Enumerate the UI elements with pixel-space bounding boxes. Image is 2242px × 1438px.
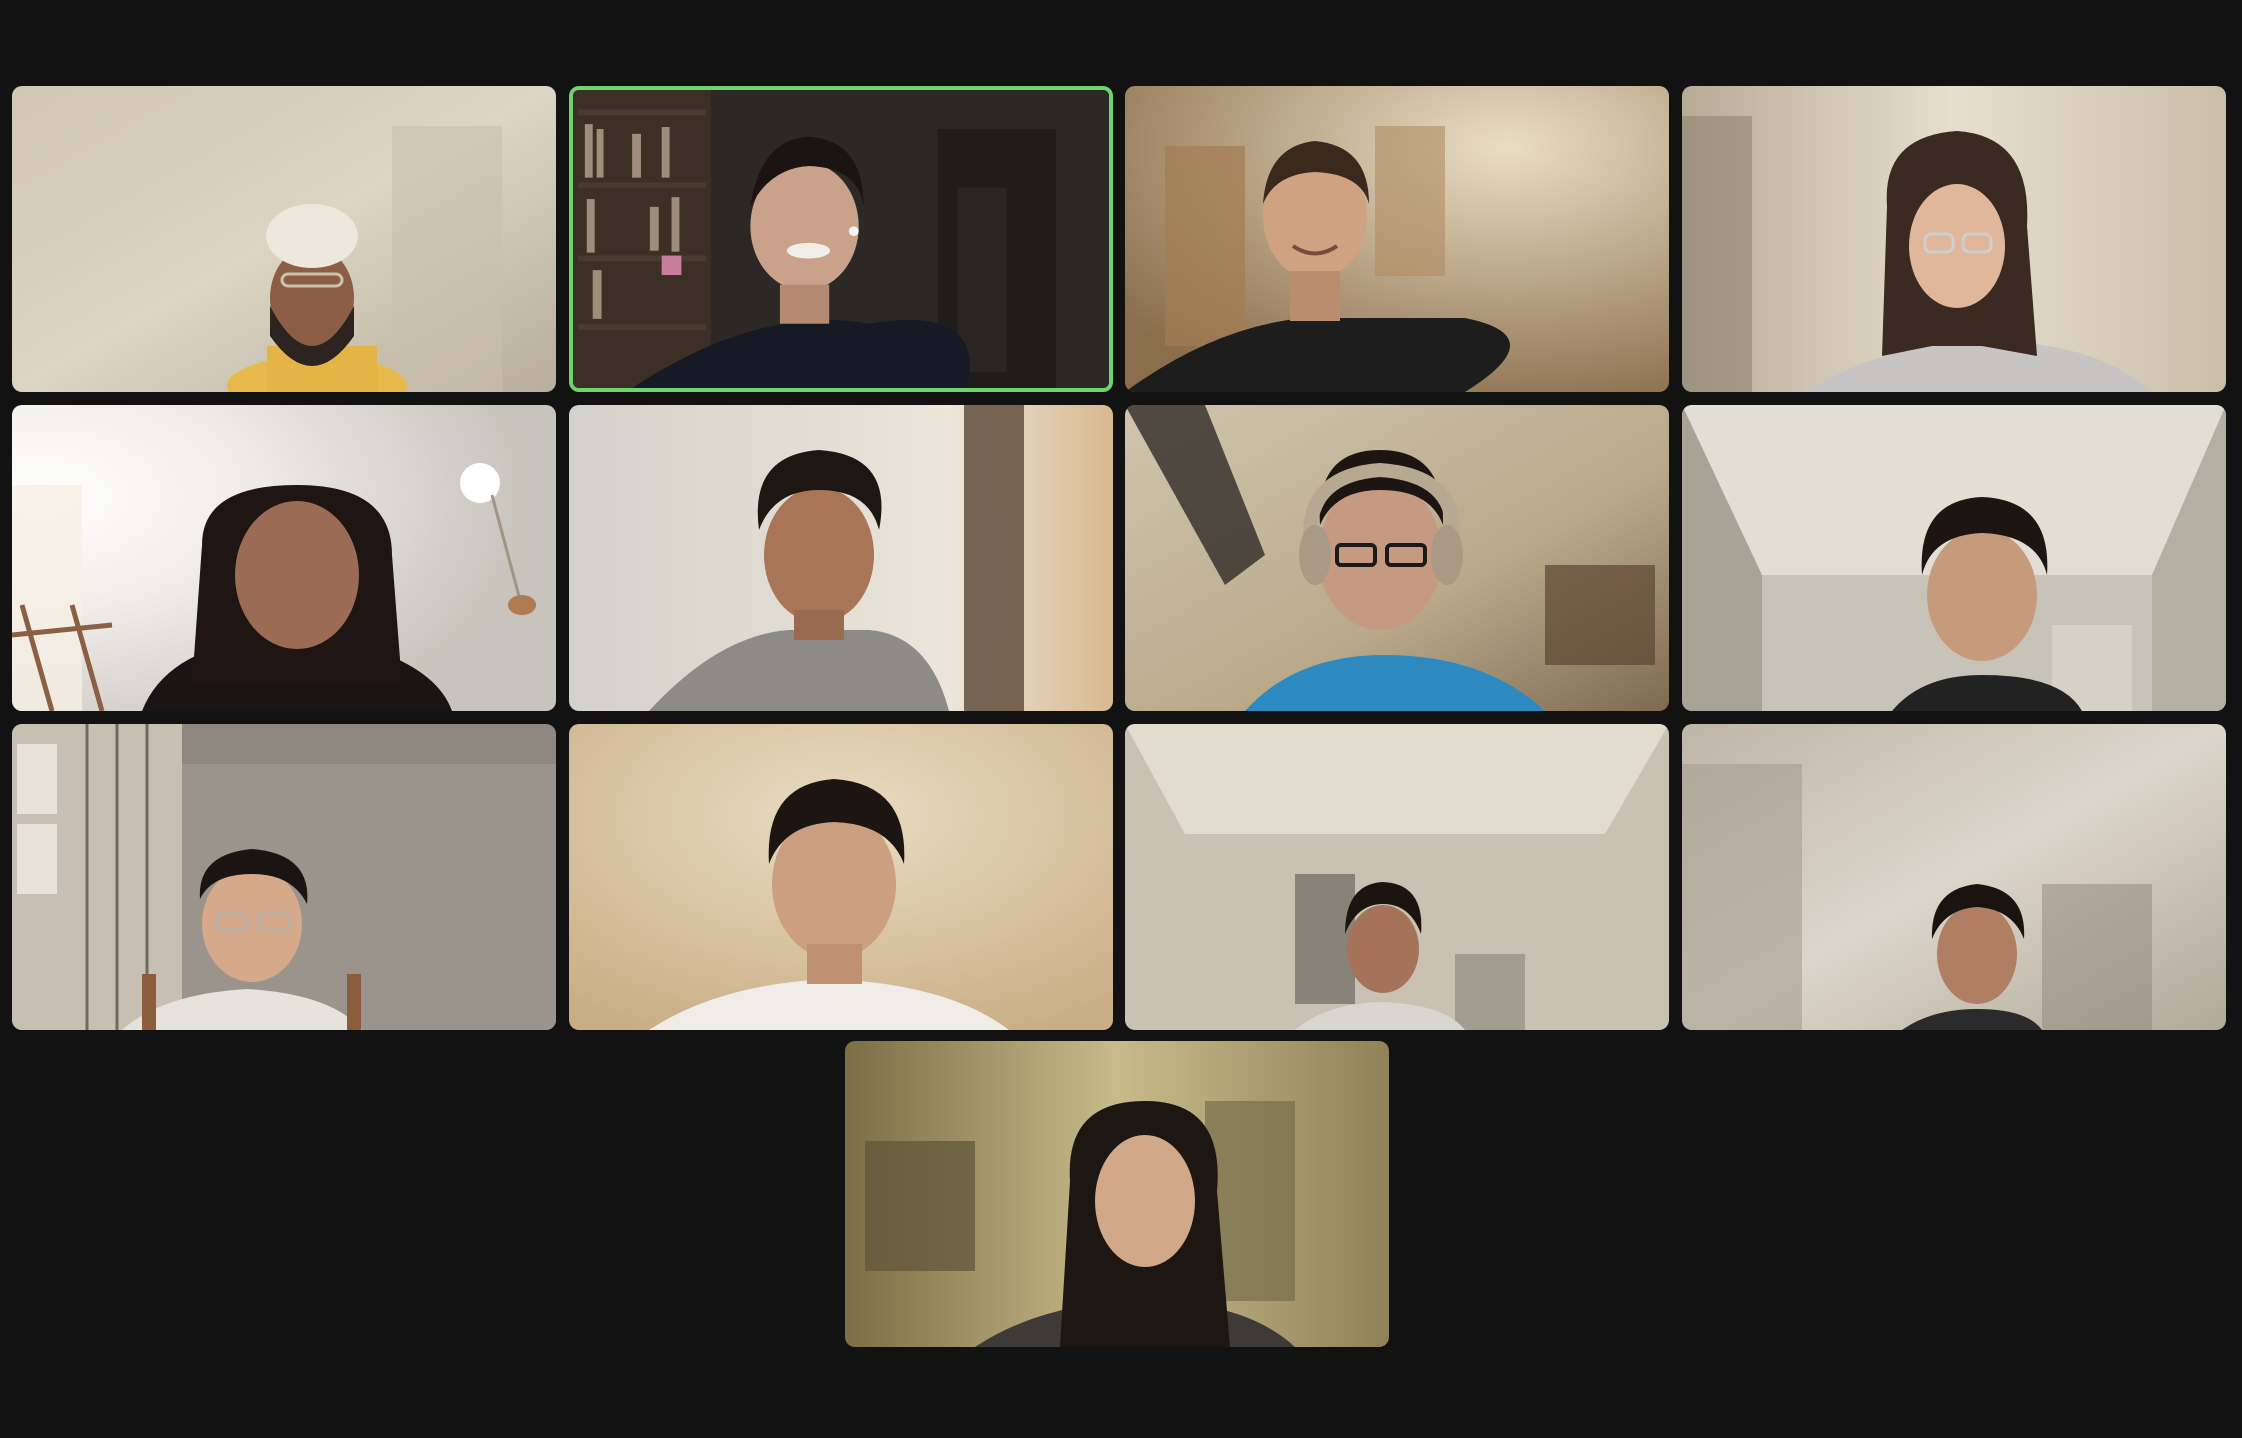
participant-video-feed [845, 1041, 1389, 1347]
participant-video-tile-6[interactable] [569, 405, 1113, 711]
participant-video-tile-2-active-speaker[interactable] [569, 86, 1113, 392]
participant-video-feed [12, 724, 556, 1030]
participant-video-feed [1682, 724, 2226, 1030]
participant-video-tile-3[interactable] [1125, 86, 1669, 392]
participant-video-tile-12[interactable] [1682, 724, 2226, 1030]
participant-video-tile-7[interactable] [1125, 405, 1669, 711]
participant-video-feed [1125, 724, 1669, 1030]
participant-video-feed [1682, 405, 2226, 711]
participant-video-tile-5[interactable] [12, 405, 556, 711]
participant-video-feed [569, 405, 1113, 711]
participant-video-tile-8[interactable] [1682, 405, 2226, 711]
participant-video-tile-10[interactable] [569, 724, 1113, 1030]
participant-video-feed [1125, 86, 1669, 392]
participant-video-feed [573, 90, 1109, 388]
participant-video-feed [569, 724, 1113, 1030]
participant-video-tile-9[interactable] [12, 724, 556, 1030]
participant-video-feed [1682, 86, 2226, 392]
participant-video-feed [12, 86, 556, 392]
participant-video-feed [12, 405, 556, 711]
participant-video-tile-13[interactable] [845, 1041, 1389, 1347]
participant-video-tile-11[interactable] [1125, 724, 1669, 1030]
participant-video-feed [1125, 405, 1669, 711]
video-gallery [0, 0, 2242, 1438]
participant-video-tile-4[interactable] [1682, 86, 2226, 392]
participant-video-tile-1[interactable] [12, 86, 556, 392]
